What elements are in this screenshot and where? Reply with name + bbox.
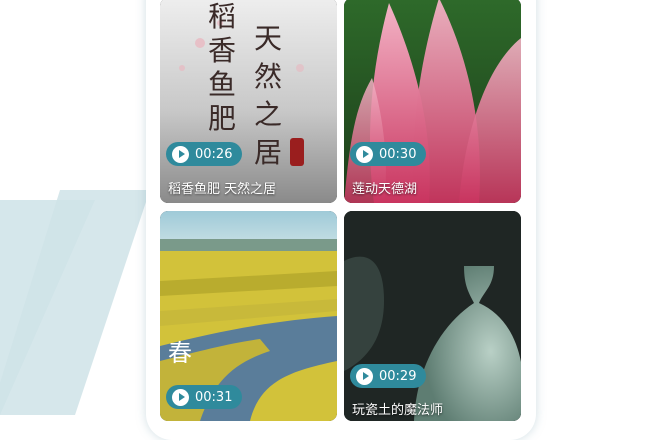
- svg-text:稻: 稻: [208, 0, 236, 33]
- play-icon: [172, 388, 189, 406]
- svg-text:鱼: 鱼: [208, 68, 236, 101]
- video-card-porcelain[interactable]: 00:29 玩瓷土的魔法师: [344, 211, 521, 421]
- video-thumbnail: 稻 香 鱼 肥 天 然 之 居: [160, 0, 337, 203]
- duration-badge: 00:30: [350, 142, 427, 166]
- duration-text: 00:26: [195, 146, 233, 162]
- duration-badge: 00:31: [166, 385, 243, 409]
- video-title: 莲动天德湖: [352, 182, 418, 197]
- duration-badge: 00:26: [166, 142, 243, 166]
- duration-text: 00:31: [195, 389, 233, 405]
- video-title: 玩瓷土的魔法师: [352, 403, 444, 418]
- video-title: 稻香鱼肥 天然之居: [168, 182, 277, 197]
- video-thumbnail: [344, 211, 521, 421]
- video-card-rice-fish[interactable]: 稻 香 鱼 肥 天 然 之 居 00:26 稻香鱼肥 天然之居: [160, 0, 337, 203]
- duration-text: 00:30: [379, 146, 417, 162]
- duration-badge: 00:29: [350, 364, 427, 388]
- svg-text:肥: 肥: [208, 102, 236, 135]
- svg-text:然: 然: [254, 60, 282, 93]
- background-logo-shape: [0, 190, 150, 415]
- video-card-spring-fields[interactable]: 春 00:31: [160, 211, 337, 421]
- play-icon: [356, 367, 373, 385]
- svg-text:天: 天: [254, 22, 282, 55]
- svg-text:居: 居: [254, 136, 282, 169]
- svg-text:春: 春: [168, 339, 192, 367]
- duration-text: 00:29: [379, 368, 417, 384]
- video-thumbnail: [344, 0, 521, 203]
- video-card-lotus[interactable]: 00:30 莲动天德湖: [344, 0, 521, 203]
- svg-text:香: 香: [208, 34, 236, 67]
- play-icon: [356, 145, 373, 163]
- svg-text:之: 之: [254, 98, 282, 131]
- play-icon: [172, 145, 189, 163]
